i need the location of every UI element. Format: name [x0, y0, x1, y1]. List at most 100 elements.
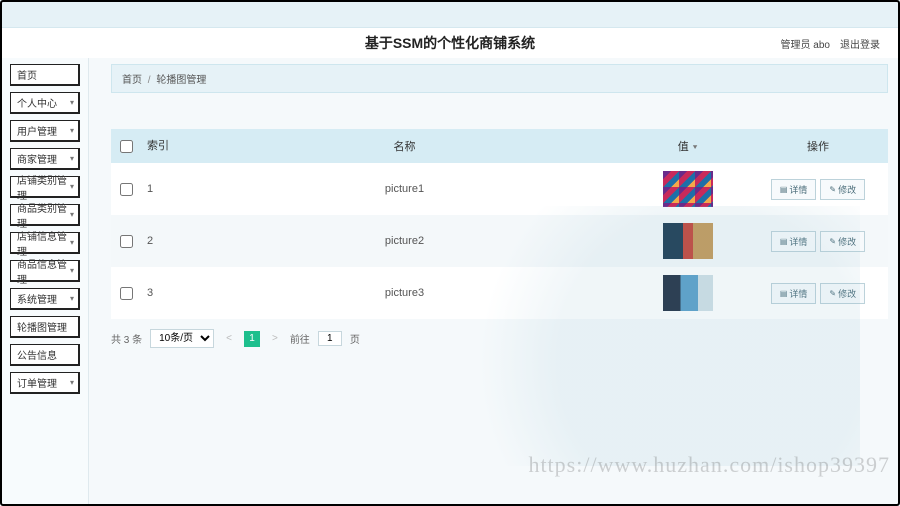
thumbnail-image[interactable]	[663, 171, 713, 207]
cell-value	[628, 171, 748, 207]
cell-value	[628, 275, 748, 311]
table-header: 索引 名称 值 ⯆ 操作	[111, 129, 888, 163]
col-header-checkbox	[111, 140, 141, 153]
chevron-down-icon: ▾	[70, 266, 74, 275]
cell-name: picture3	[181, 287, 628, 299]
col-header-action: 操作	[748, 138, 888, 154]
chevron-down-icon: ▾	[70, 182, 74, 191]
cell-index: 2	[141, 235, 181, 247]
chevron-down-icon: ▾	[70, 378, 74, 387]
sidebar-item-label: 轮播图管理	[17, 319, 67, 334]
pager-next[interactable]: >	[268, 333, 282, 344]
watermark-text: https://www.huzhan.com/ishop39397	[528, 452, 890, 478]
sort-icon: ⯆	[692, 143, 698, 152]
cell-index: 3	[141, 287, 181, 299]
table: 索引 名称 值 ⯆ 操作 1picture1▤ 详情✎ 修改2picture2▤…	[111, 129, 888, 319]
sidebar-item-label: 店铺类别管理	[17, 172, 70, 202]
sidebar-item-5[interactable]: 商品类别管理▾	[10, 204, 80, 226]
pager-prev[interactable]: <	[222, 333, 236, 344]
table-row: 2picture2 ▤ 详情✎ 修改	[111, 215, 888, 267]
pager-goto-label: 前往	[290, 331, 310, 346]
chevron-down-icon: ▾	[70, 238, 74, 247]
chevron-down-icon: ▾	[70, 98, 74, 107]
sidebar-item-label: 订单管理	[17, 375, 57, 390]
thumbnail-image[interactable]	[663, 275, 713, 311]
cell-value	[628, 223, 748, 259]
table-row: 1picture1 ▤ 详情✎ 修改	[111, 163, 888, 215]
top-band	[0, 0, 900, 28]
sidebar-item-label: 店铺信息管理	[17, 228, 70, 258]
sidebar-item-9[interactable]: 轮播图管理	[10, 316, 80, 338]
edit-icon: ✎	[829, 185, 836, 194]
cell-name: picture1	[181, 183, 628, 195]
select-all-checkbox[interactable]	[120, 140, 133, 153]
sidebar-item-label: 商品信息管理	[17, 256, 70, 286]
list-icon: ▤	[780, 185, 788, 194]
sidebar-item-3[interactable]: 商家管理 ▾	[10, 148, 80, 170]
admin-label[interactable]: 管理员 abo	[781, 36, 830, 51]
cell-index: 1	[141, 183, 181, 195]
pager-total: 共 3 条	[111, 331, 142, 346]
sidebar-item-2[interactable]: 用户管理 ▾	[10, 120, 80, 142]
cell-actions: ▤ 详情✎ 修改	[748, 231, 888, 252]
sidebar-item-10[interactable]: 公告信息	[10, 344, 80, 366]
sidebar: 首页个人中心▾用户管理▾商家管理▾店铺类别管理▾商品类别管理▾店铺信息管理▾商品…	[0, 58, 88, 506]
sidebar-item-label: 用户管理	[17, 123, 57, 138]
edit-button[interactable]: ✎ 修改	[820, 283, 865, 304]
edit-button[interactable]: ✎ 修改	[820, 231, 865, 252]
row-checkbox[interactable]	[120, 287, 133, 300]
app-title: 基于SSM的个性化商铺系统	[365, 33, 535, 53]
cell-actions: ▤ 详情✎ 修改	[748, 283, 888, 304]
list-icon: ▤	[780, 289, 788, 298]
col-header-index: 索引	[141, 140, 181, 152]
sidebar-item-4[interactable]: 店铺类别管理▾	[10, 176, 80, 198]
sidebar-item-0[interactable]: 首页	[10, 64, 80, 86]
detail-button[interactable]: ▤ 详情	[771, 179, 817, 200]
table-body: 1picture1▤ 详情✎ 修改2picture2▤ 详情✎ 修改3pictu…	[111, 163, 888, 319]
edit-button[interactable]: ✎ 修改	[820, 179, 865, 200]
edit-icon: ✎	[829, 289, 836, 298]
sidebar-item-label: 商家管理	[17, 151, 57, 166]
row-checkbox[interactable]	[120, 235, 133, 248]
header-right: 管理员 abo 退出登录	[781, 28, 880, 58]
list-icon: ▤	[780, 237, 788, 246]
thumbnail-image[interactable]	[663, 223, 713, 259]
cell-checkbox	[111, 235, 141, 248]
col-header-value[interactable]: 值 ⯆	[628, 138, 748, 154]
content-area: 首页 / 轮播图管理 索引 名称 值 ⯆ 操作 1picture1▤ 详情✎ 修…	[88, 58, 900, 506]
header: 基于SSM的个性化商铺系统 管理员 abo 退出登录	[0, 28, 900, 58]
pager-pagesize-select[interactable]: 10条/页	[150, 329, 214, 348]
sidebar-item-11[interactable]: 订单管理 ▾	[10, 372, 80, 394]
pager-page-suffix: 页	[350, 331, 360, 346]
pagination: 共 3 条 10条/页 < 1 > 前往 页	[111, 329, 888, 348]
breadcrumb-separator: /	[148, 75, 151, 86]
cell-checkbox	[111, 287, 141, 300]
pager-current-page[interactable]: 1	[244, 331, 260, 347]
breadcrumb-current: 轮播图管理	[156, 75, 206, 86]
sidebar-item-7[interactable]: 商品信息管理▾	[10, 260, 80, 282]
sidebar-item-label: 个人中心	[17, 95, 57, 110]
breadcrumb: 首页 / 轮播图管理	[111, 64, 888, 93]
chevron-down-icon: ▾	[70, 154, 74, 163]
sidebar-item-8[interactable]: 系统管理 ▾	[10, 288, 80, 310]
table-row: 3picture3 ▤ 详情✎ 修改	[111, 267, 888, 319]
cell-name: picture2	[181, 235, 628, 247]
chevron-down-icon: ▾	[70, 126, 74, 135]
sidebar-item-label: 公告信息	[17, 347, 57, 362]
chevron-down-icon: ▾	[70, 294, 74, 303]
col-header-name[interactable]: 名称	[181, 138, 628, 154]
breadcrumb-home[interactable]: 首页	[122, 75, 142, 86]
sidebar-item-label: 商品类别管理	[17, 200, 70, 230]
pager-goto-input[interactable]	[318, 331, 342, 346]
logout-link[interactable]: 退出登录	[840, 36, 880, 51]
sidebar-item-label: 首页	[17, 67, 37, 82]
sidebar-item-label: 系统管理	[17, 291, 57, 306]
sidebar-item-1[interactable]: 个人中心 ▾	[10, 92, 80, 114]
cell-checkbox	[111, 183, 141, 196]
sidebar-item-6[interactable]: 店铺信息管理▾	[10, 232, 80, 254]
cell-actions: ▤ 详情✎ 修改	[748, 179, 888, 200]
detail-button[interactable]: ▤ 详情	[771, 283, 817, 304]
detail-button[interactable]: ▤ 详情	[771, 231, 817, 252]
edit-icon: ✎	[829, 237, 836, 246]
row-checkbox[interactable]	[120, 183, 133, 196]
